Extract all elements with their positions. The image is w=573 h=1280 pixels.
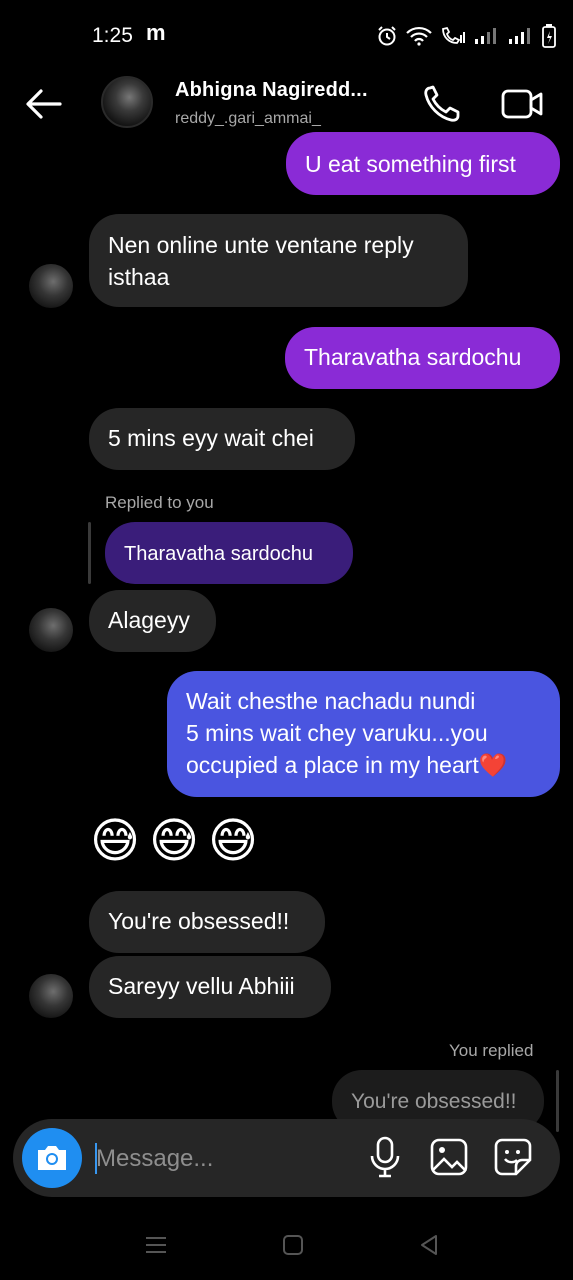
quoted-message[interactable]: Tharavatha sardochu [105,522,353,584]
text-caret [95,1143,97,1174]
emoji-sweat-smile[interactable]: 😅 [208,814,258,870]
contact-username[interactable]: reddy_.gari_ammai_ [175,110,321,128]
message-incoming[interactable]: 5 mins eyy wait chei [89,408,355,470]
status-icons [376,24,556,48]
sender-avatar[interactable] [29,974,73,1018]
status-time: 1:25 [92,24,133,47]
home-nav-icon[interactable] [278,1230,308,1260]
reply-indicator [556,1070,559,1132]
message-outgoing[interactable]: Wait chesthe nachadu nundi 5 mins wait c… [167,671,560,797]
camera-button[interactable] [22,1128,82,1188]
reply-indicator [88,522,91,584]
video-call-icon[interactable] [500,84,544,124]
message-incoming[interactable]: You're obsessed!! [89,891,325,953]
gallery-icon[interactable] [430,1138,468,1176]
sender-avatar[interactable] [29,608,73,652]
wifi-icon [406,26,432,46]
emoji-sweat-smile[interactable]: 😅 [90,814,140,870]
back-nav-icon[interactable] [414,1230,444,1260]
signal-icon-2 [509,28,530,44]
you-replied-label: You replied [449,1041,534,1060]
reply-label: Replied to you [105,493,214,512]
message-line-3: occupied a place in my heart❤️ [186,752,508,778]
phone-icon[interactable] [422,84,462,124]
call-signal-icon [442,26,465,44]
avatar[interactable] [101,76,153,128]
back-arrow-icon[interactable] [24,86,64,122]
message-line: 5 mins wait chey varuku...you [186,720,488,746]
message-outgoing[interactable]: U eat something first [286,132,560,195]
heart-emoji: ❤️ [478,752,508,778]
sender-avatar[interactable] [29,264,73,308]
contact-name[interactable]: Abhigna Nagiredd... [175,79,368,102]
sticker-icon[interactable] [494,1138,532,1176]
battery-icon [542,24,556,48]
alarm-icon [378,26,396,46]
message-incoming[interactable]: Alageyy [89,590,216,652]
message-line: Wait chesthe nachadu nundi [186,688,476,714]
menu-nav-icon[interactable] [141,1230,171,1260]
message-input[interactable] [96,1140,356,1178]
message-outgoing[interactable]: Tharavatha sardochu [285,327,560,389]
microphone-icon[interactable] [368,1136,402,1178]
signal-icon [475,28,496,44]
emoji-sweat-smile[interactable]: 😅 [149,814,199,870]
message-incoming[interactable]: Sareyy vellu Abhiii [89,956,331,1018]
message-incoming[interactable]: Nen online unte ventane reply isthaa [89,214,468,307]
notification-icon: m [146,20,166,45]
camera-icon [38,1146,66,1170]
